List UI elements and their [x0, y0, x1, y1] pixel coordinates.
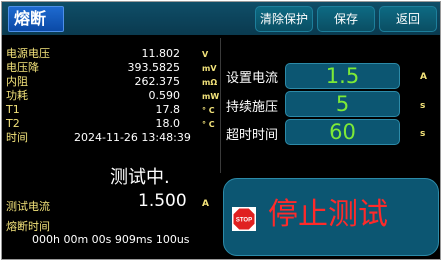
- internal-resistance-unit: mΩ: [202, 78, 218, 87]
- hold-pressure-unit: s: [420, 101, 426, 111]
- save-button[interactable]: 保存: [317, 6, 375, 32]
- time-label: 时间: [6, 131, 28, 144]
- page-title: 熔断: [8, 6, 64, 32]
- test-current-value: 1.500: [138, 191, 187, 211]
- t1-label: T1: [6, 103, 20, 116]
- test-current-label: 测试电流: [6, 200, 50, 213]
- supply-voltage-unit: V: [202, 50, 209, 59]
- timeout-label: 超时时间: [226, 128, 279, 143]
- stop-test-label: 停止测试: [268, 197, 388, 232]
- stop-test-button[interactable]: STOP 停止测试: [223, 178, 439, 256]
- set-current-label: 设置电流: [226, 71, 279, 86]
- clear-protection-button[interactable]: 清除保护: [255, 6, 313, 32]
- timeout-input[interactable]: 60: [285, 119, 400, 145]
- set-current-unit: A: [420, 72, 427, 82]
- fuse-time-value: 000h 00m 00s 909ms 100us: [32, 233, 190, 246]
- device-screen: 熔断 清除保护 保存 返回 电源电压 11.802 V 电压降 393.5825…: [1, 1, 441, 260]
- hold-pressure-input[interactable]: 5: [285, 91, 400, 117]
- t2-value: 18.0: [155, 117, 181, 130]
- power-unit: mW: [202, 92, 220, 101]
- voltage-drop-label: 电压降: [6, 61, 39, 74]
- supply-voltage-value: 11.802: [141, 47, 181, 60]
- top-bar: 熔断 清除保护 保存 返回: [2, 2, 440, 35]
- stop-sign-icon: STOP: [232, 207, 256, 231]
- test-current-unit: A: [202, 199, 209, 209]
- t1-value: 17.8: [155, 103, 181, 116]
- supply-voltage-label: 电源电压: [6, 47, 50, 60]
- set-current-input[interactable]: 1.5: [285, 63, 400, 89]
- t2-label: T2: [6, 117, 20, 130]
- voltage-drop-value: 393.5825: [127, 61, 181, 74]
- internal-resistance-label: 内阻: [6, 75, 28, 88]
- internal-resistance-value: 262.375: [134, 75, 181, 88]
- panel-divider: [220, 38, 221, 173]
- t2-unit: ° C: [202, 120, 215, 129]
- time-value: 2024-11-26 13:48:39: [74, 131, 191, 144]
- t1-unit: ° C: [202, 106, 215, 115]
- voltage-drop-unit: mV: [202, 64, 217, 73]
- timeout-unit: s: [420, 129, 426, 139]
- power-value: 0.590: [148, 89, 181, 102]
- readings-panel: 电源电压 11.802 V 电压降 393.5825 mV 内阻 262.375…: [2, 40, 220, 260]
- fuse-time-label: 熔断时间: [6, 220, 50, 233]
- stop-icon-text: STOP: [236, 218, 252, 224]
- test-status: 测试中.: [110, 167, 170, 188]
- back-button[interactable]: 返回: [379, 6, 437, 32]
- power-label: 功耗: [6, 89, 28, 102]
- hold-pressure-label: 持续施压: [226, 100, 279, 115]
